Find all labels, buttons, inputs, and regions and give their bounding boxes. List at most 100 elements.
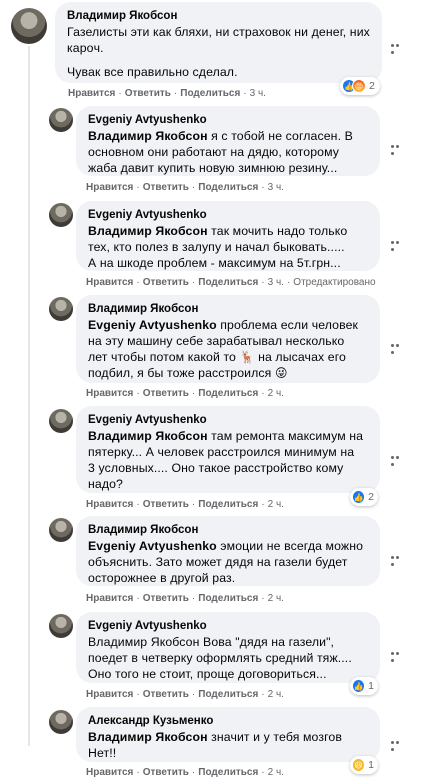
avatar[interactable]	[49, 409, 73, 433]
mention-link[interactable]: Владимир Якобсон	[88, 429, 208, 443]
reply-button[interactable]: Ответить	[143, 277, 189, 288]
like-button[interactable]: Нравится	[86, 182, 133, 193]
comment-actions: Нравится · Ответить · Поделиться · 2 ч.	[86, 767, 284, 779]
more-options-icon[interactable]	[391, 552, 405, 566]
thread-line	[28, 46, 30, 746]
avatar[interactable]	[49, 614, 73, 638]
reply-button[interactable]: Ответить	[143, 593, 189, 604]
avatar[interactable]	[49, 297, 73, 321]
comment-actions: Нравится · Ответить · Поделиться · 2 ч.	[86, 689, 284, 701]
comment-time[interactable]: 3 ч.	[250, 88, 266, 99]
comment-author[interactable]: Evgeniy Avtyushenko	[88, 208, 368, 223]
comment-time[interactable]: 3 ч.	[268, 277, 284, 288]
comment-bubble: Evgeniy Avtyushenko Владимир Якобсон я с…	[76, 106, 380, 176]
comment-author[interactable]: Владимир Якобсон	[88, 523, 368, 538]
like-button[interactable]: Нравится	[68, 88, 115, 99]
comment-actions: Нравится · Ответить · Поделиться · 2 ч.	[86, 388, 284, 400]
comment-actions: Нравится · Ответить · Поделиться · 3 ч.	[68, 88, 266, 100]
comment-time[interactable]: 2 ч.	[268, 499, 284, 510]
share-button[interactable]: Поделиться	[198, 277, 258, 288]
separator: ·	[191, 277, 196, 288]
share-button[interactable]: Поделиться	[198, 689, 258, 700]
reactions-badge[interactable]: 👍 😡 2	[340, 77, 380, 95]
more-options-icon[interactable]	[391, 737, 405, 751]
deer-emoji: 🦌	[239, 350, 255, 364]
separator: ·	[136, 182, 140, 193]
mention-link[interactable]: Evgeniy Avtyushenko	[88, 539, 217, 553]
reactions-badge[interactable]: 😆 1	[350, 756, 378, 774]
avatar[interactable]	[49, 710, 73, 734]
like-button[interactable]: Нравится	[86, 593, 133, 604]
more-options-icon[interactable]	[391, 237, 405, 251]
separator: ·	[191, 689, 196, 700]
reply-button[interactable]: Ответить	[143, 388, 189, 399]
separator: ·	[261, 182, 265, 193]
separator: ·	[261, 767, 265, 778]
more-options-icon[interactable]	[391, 141, 405, 155]
share-button[interactable]: Поделиться	[198, 388, 258, 399]
avatar[interactable]	[49, 108, 73, 132]
like-button[interactable]: Нравится	[86, 689, 133, 700]
avatar[interactable]	[49, 518, 73, 542]
mention-link[interactable]: Владимир Якобсон	[88, 730, 208, 744]
haha-reaction-icon: 😆	[352, 758, 366, 772]
avatar[interactable]	[49, 203, 73, 227]
comment-time[interactable]: 2 ч.	[268, 593, 284, 604]
comment-author[interactable]: Владимир Якобсон	[67, 9, 370, 24]
comment-time[interactable]: 2 ч.	[268, 767, 284, 778]
like-button[interactable]: Нравится	[86, 388, 133, 399]
share-button[interactable]: Поделиться	[180, 88, 240, 99]
like-button[interactable]: Нравится	[86, 499, 133, 510]
share-button[interactable]: Поделиться	[198, 182, 258, 193]
comment-author[interactable]: Evgeniy Avtyushenko	[88, 619, 368, 634]
reaction-count: 1	[368, 680, 374, 692]
angry-reaction-icon: 😡	[352, 79, 366, 93]
share-button[interactable]: Поделиться	[198, 767, 258, 778]
more-options-icon[interactable]	[391, 40, 405, 54]
comment-text: Evgeniy Avtyushenko эмоции не всегда мож…	[88, 538, 368, 586]
comment-bubble: Evgeniy Avtyushenko Владимир Якобсон Вов…	[76, 612, 380, 683]
comment-actions: Нравится · Ответить · Поделиться · 3 ч.	[86, 182, 284, 194]
separator: ·	[261, 499, 265, 510]
comment-author[interactable]: Evgeniy Avtyushenko	[88, 113, 368, 128]
comment-time[interactable]: 3 ч.	[268, 182, 284, 193]
comment-text: Газелисты эти как бляхи, ни страховок ни…	[67, 25, 370, 55]
more-options-icon[interactable]	[391, 452, 405, 466]
comment-time[interactable]: 2 ч.	[268, 689, 284, 700]
share-button[interactable]: Поделиться	[198, 593, 258, 604]
mention-link[interactable]: Владимир Якобсон	[88, 224, 208, 238]
comment-bubble: Владимир Якобсон Газелисты эти как бляхи…	[55, 2, 382, 83]
comment-text: Владимир Якобсон значит и у тебя мозгов …	[88, 729, 368, 761]
like-button[interactable]: Нравится	[86, 277, 133, 288]
more-options-icon[interactable]	[391, 340, 405, 354]
comment-time[interactable]: 2 ч.	[268, 388, 284, 399]
more-options-icon[interactable]	[391, 648, 405, 662]
reply-button[interactable]: Ответить	[143, 689, 189, 700]
reactions-badge[interactable]: 👍 1	[350, 677, 378, 695]
comment-author[interactable]: Александр Кузьменко	[88, 714, 368, 729]
reply-button[interactable]: Ответить	[143, 767, 189, 778]
mention-link[interactable]: Evgeniy Avtyushenko	[88, 318, 217, 332]
separator: ·	[191, 499, 196, 510]
separator: ·	[286, 277, 291, 288]
comment-author[interactable]: Владимир Якобсон	[88, 302, 368, 317]
like-button[interactable]: Нравится	[86, 767, 133, 778]
separator: ·	[118, 88, 122, 99]
reply-button[interactable]: Ответить	[143, 499, 189, 510]
separator: ·	[136, 277, 140, 288]
edited-label[interactable]: Отредактировано	[293, 277, 375, 288]
mention-link[interactable]: Владимир Якобсон	[88, 129, 208, 143]
reaction-count: 2	[368, 491, 374, 503]
comment-author[interactable]: Evgeniy Avtyushenko	[88, 413, 368, 428]
separator: ·	[261, 277, 265, 288]
avatar[interactable]	[11, 8, 47, 44]
share-button[interactable]: Поделиться	[198, 499, 258, 510]
comment-text: Чувак все правильно сделал.	[67, 65, 238, 79]
reactions-badge[interactable]: 👍 2	[350, 488, 378, 506]
comment-actions: Нравится · Ответить · Поделиться · 2 ч.	[86, 499, 284, 511]
comment-text: Владимир Якобсон так мочить надо только …	[88, 223, 368, 271]
comment-actions: Нравится · Ответить · Поделиться · 3 ч. · Отреда…	[86, 277, 376, 289]
reply-button[interactable]: Ответить	[143, 182, 189, 193]
reply-button[interactable]: Ответить	[125, 88, 171, 99]
comment-text: Владимир Якобсон там ремонта максимум на…	[88, 428, 368, 492]
